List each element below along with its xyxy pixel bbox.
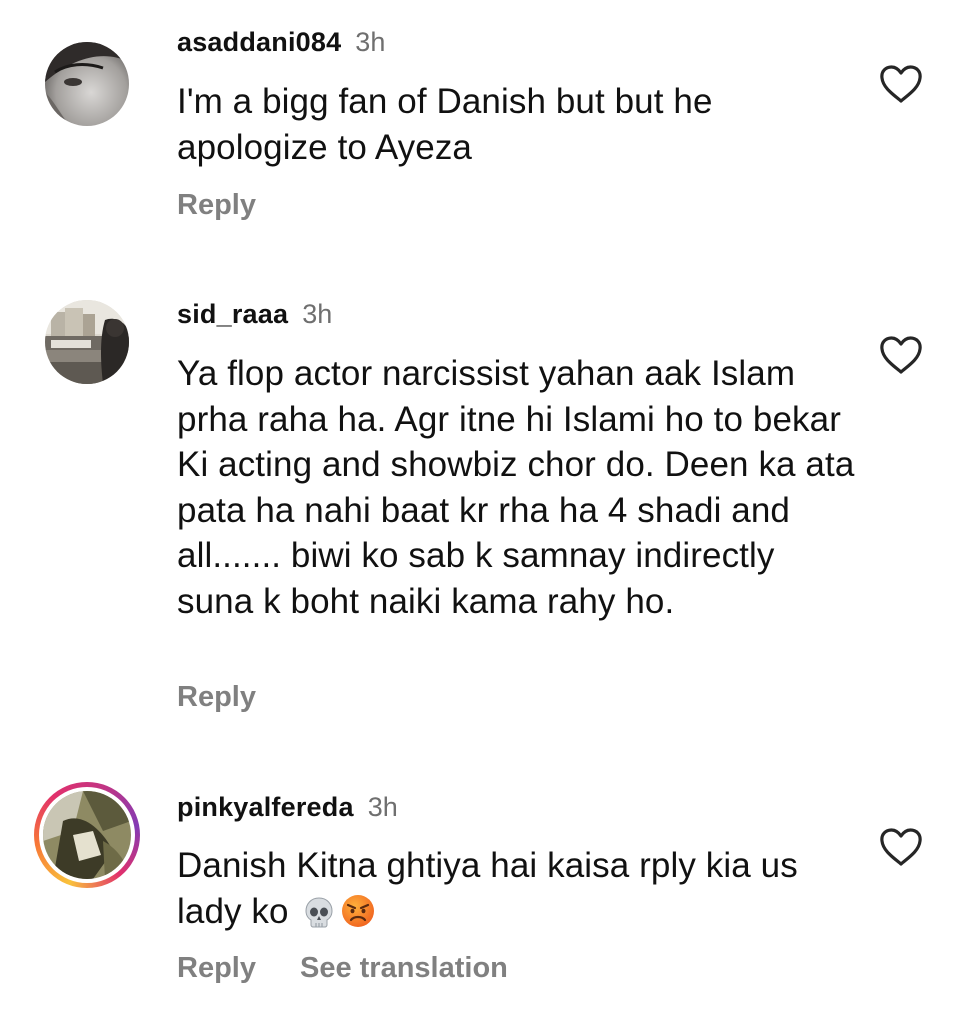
comment-header: sid_raaa 3h [177,297,332,331]
comment-actions: Reply [177,187,256,223]
heart-outline-icon[interactable] [879,827,923,867]
reply-button[interactable]: Reply [177,679,256,715]
reply-button[interactable]: Reply [177,187,256,223]
username[interactable]: pinkyalfereda [177,792,354,822]
avatar [43,791,131,879]
timestamp: 3h [355,27,386,57]
username[interactable]: sid_raaa [177,299,288,329]
avatar-story-ring[interactable] [34,782,140,888]
heart-outline-icon[interactable] [879,335,923,375]
comment-text-body: Danish Kitna ghtiya hai kaisa rply kia u… [177,846,798,931]
comment-actions: Reply See translation [177,950,508,986]
username[interactable]: asaddani084 [177,27,341,57]
avatar[interactable] [45,300,129,384]
comment-header: pinkyalfereda 3h [177,790,398,824]
comment-text: I'm a bigg fan of Danish but but he apol… [177,82,713,167]
comment-text: Danish Kitna ghtiya hai kaisa rply kia u… [177,843,857,940]
comment-item: sid_raaa 3h Ya flop actor narcissist yaha… [0,260,977,740]
comment-item: asaddani084 3h I'm a bigg fan of Danish b… [0,0,977,260]
avatar[interactable] [45,42,129,126]
comment-text: Ya flop actor narcissist yahan aak Islam… [177,354,855,621]
timestamp: 3h [367,792,398,822]
angry-face-emoji [340,893,376,941]
heart-outline-icon[interactable] [879,64,923,104]
comment-header: asaddani084 3h [177,25,385,59]
reply-button[interactable]: Reply [177,950,256,986]
skull-emoji [302,895,336,941]
see-translation-button[interactable]: See translation [300,950,508,986]
timestamp: 3h [302,299,333,329]
comment-actions: Reply [177,679,256,715]
comment-item: pinkyalfereda 3h Danish Kitna ghtiya hai … [0,740,977,1024]
